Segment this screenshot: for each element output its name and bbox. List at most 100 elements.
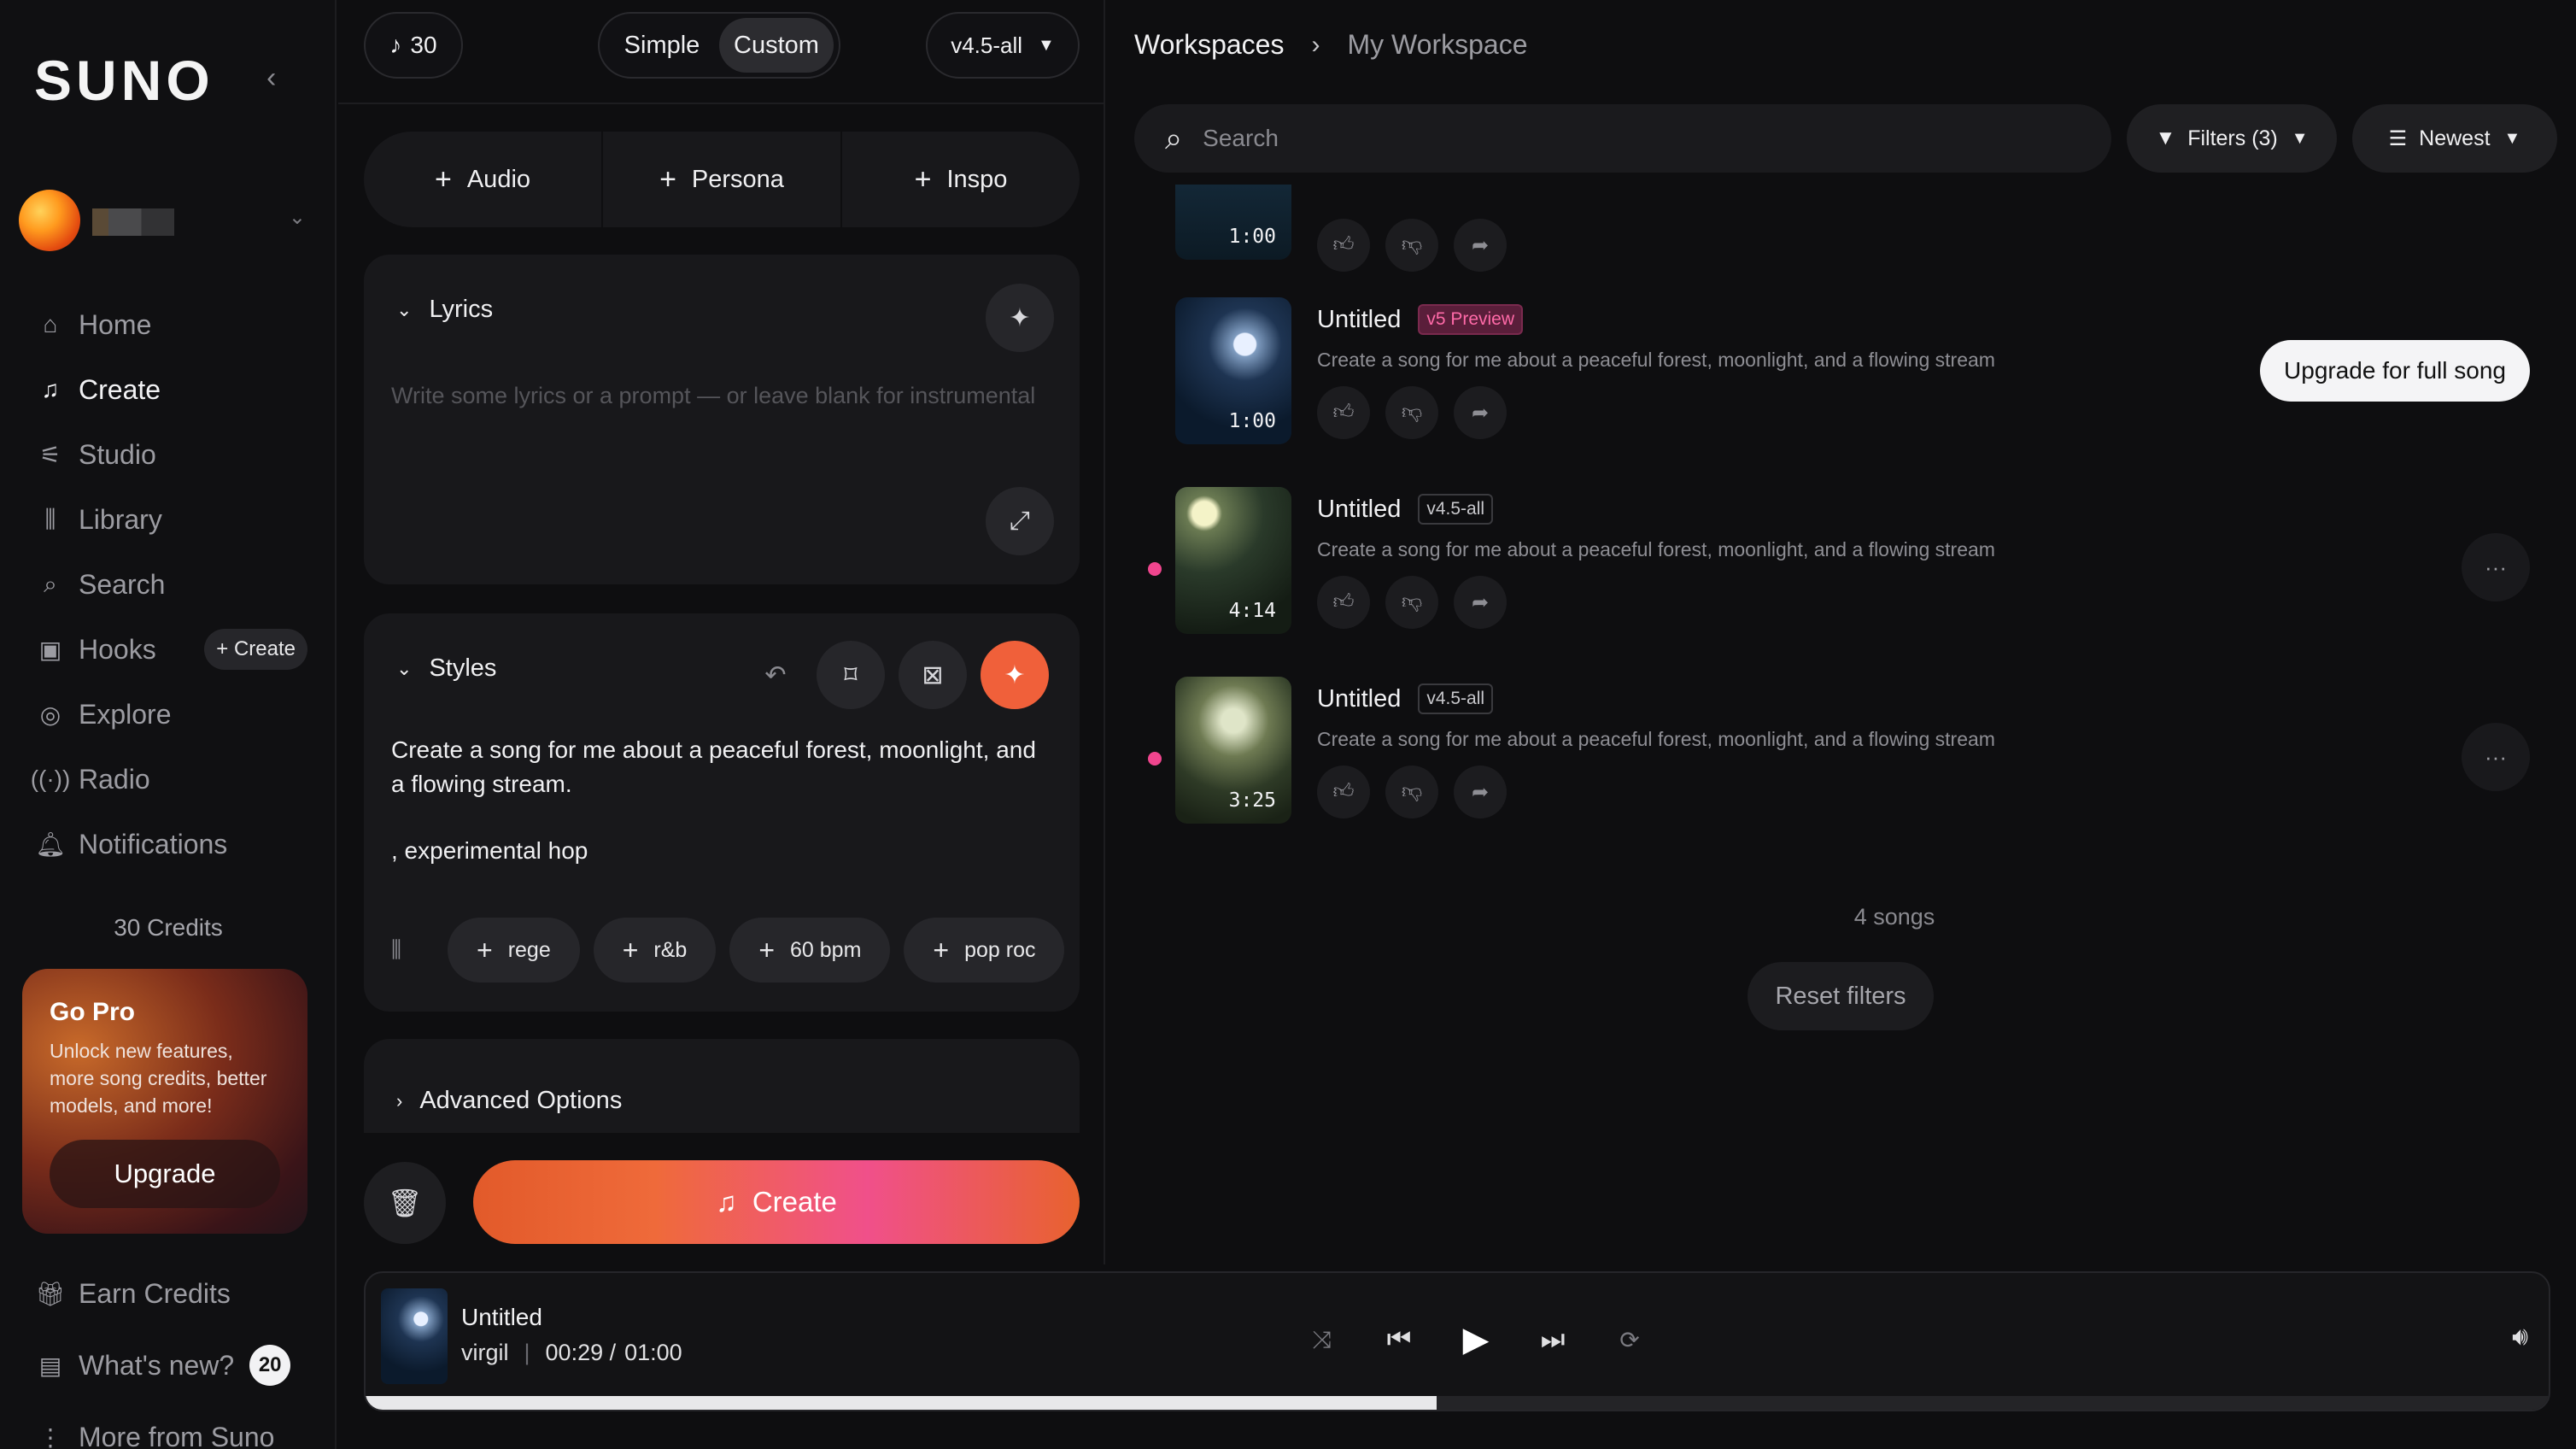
model-version-select[interactable]: v4.5-all ▼	[926, 12, 1080, 79]
nav-studio[interactable]: ⚟ Studio	[34, 422, 307, 487]
mode-simple[interactable]: Simple	[605, 18, 719, 73]
song-title[interactable]: Untitled v4.5-all	[1317, 683, 1494, 714]
add-inspo-button[interactable]: + Inspo	[842, 132, 1080, 227]
nav-create-label: Create	[79, 373, 161, 405]
nav-explore[interactable]: ◎ Explore	[34, 682, 307, 747]
nav-radio[interactable]: ((·)) Radio	[31, 747, 307, 812]
thumbs-down-icon[interactable]: 👎︎	[1385, 766, 1438, 818]
caret-down-icon: ▼	[1038, 35, 1055, 55]
more-options-icon[interactable]: ···	[2462, 723, 2530, 791]
nav-hooks[interactable]: ▣ Hooks + Create	[34, 617, 307, 682]
add-persona-button[interactable]: + Persona	[603, 132, 842, 227]
library-icon[interactable]: ⫼	[391, 936, 448, 964]
style-tag[interactable]: + pop roc	[904, 918, 1065, 983]
nav-earn-credits[interactable]: 🎁︎ Earn Credits	[34, 1258, 307, 1329]
nav-notifications[interactable]: 🔔︎ Notifications	[34, 812, 307, 877]
song-title[interactable]: Untitled v4.5-all	[1317, 494, 1494, 525]
player-artist[interactable]: virgil	[461, 1340, 509, 1366]
style-tag-label: rege	[507, 937, 551, 962]
style-tag[interactable]: + rege	[448, 918, 580, 983]
share-icon[interactable]: ➦	[1454, 219, 1507, 272]
plus-icon: +	[622, 934, 639, 965]
suno-logo[interactable]: SUNO	[34, 48, 214, 113]
mode-custom[interactable]: Custom	[719, 18, 834, 73]
workspace-panel: Workspaces › My Workspace ⌕ ▼ Filters (3…	[1107, 0, 2576, 1264]
styles-extra-text[interactable]: , experimental hop	[391, 837, 588, 865]
add-audio-button[interactable]: + Audio	[364, 132, 603, 227]
upgrade-for-full-song-button[interactable]: Upgrade for full song	[2260, 340, 2530, 402]
song-cover[interactable]: 1:00	[1175, 185, 1291, 260]
account-switcher[interactable]: ⌄	[19, 188, 309, 253]
nav-create[interactable]: ♫ Create	[34, 357, 307, 422]
styles-input[interactable]: Create a song for me about a peaceful fo…	[391, 733, 1049, 801]
search-icon: ⌕	[44, 570, 57, 597]
thumbs-down-icon[interactable]: 👎︎	[1385, 576, 1438, 629]
song-description: Create a song for me about a peaceful fo…	[1317, 349, 1995, 371]
styles-toggle[interactable]: ⌄ Styles	[396, 654, 496, 683]
nav-more-from-suno[interactable]: ⋮ More from Suno	[34, 1401, 307, 1449]
thumbs-up-icon[interactable]: 👍︎	[1317, 766, 1370, 818]
play-icon[interactable]: ▶	[1450, 1320, 1502, 1359]
song-row[interactable]: 1:00 Untitled v5 Preview Create a song f…	[1107, 296, 2576, 485]
chevron-down-icon[interactable]: ⌄	[289, 205, 306, 230]
nav-search[interactable]: ⌕ Search	[34, 552, 307, 617]
nav-library[interactable]: ⫼ Library	[34, 487, 307, 552]
player-cover[interactable]	[381, 1288, 448, 1384]
main-nav: ⌂ Home ♫ Create ⚟ Studio ⫼ Library ⌕ Sea…	[31, 292, 307, 877]
song-title[interactable]: Untitled v5 Preview	[1317, 304, 1524, 335]
player-title[interactable]: Untitled	[461, 1304, 542, 1331]
thumbs-down-icon[interactable]: 👎︎	[1385, 219, 1438, 272]
song-cover[interactable]: 1:00	[1175, 297, 1291, 444]
lyrics-input[interactable]: Write some lyrics or a prompt — or leave…	[391, 383, 1035, 409]
thumbs-up-icon[interactable]: 👍︎	[1317, 386, 1370, 439]
filters-button[interactable]: ▼ Filters (3) ▼	[2127, 104, 2337, 173]
playback-progress[interactable]	[366, 1396, 2549, 1410]
previous-icon[interactable]: ⏮︎	[1373, 1323, 1425, 1356]
shuffle-icon[interactable]: ⤨	[1297, 1326, 1348, 1354]
share-icon[interactable]: ➦	[1454, 766, 1507, 818]
thumbs-up-icon[interactable]: 👍︎	[1317, 219, 1370, 272]
song-cover[interactable]: 4:14	[1175, 487, 1291, 634]
create-button[interactable]: ♫ Create	[473, 1160, 1080, 1244]
song-cover[interactable]: 3:25	[1175, 677, 1291, 824]
lyrics-toggle[interactable]: ⌄ Lyrics	[396, 296, 493, 324]
credits-pill[interactable]: ♪ 30	[364, 12, 463, 79]
nav-earn-credits-label: Earn Credits	[79, 1277, 231, 1309]
style-tag[interactable]: +60 bpm	[729, 918, 891, 983]
nav-home[interactable]: ⌂ Home	[34, 292, 307, 357]
song-row[interactable]: 1:00 👍︎ 👎︎ ➦	[1107, 185, 2576, 302]
next-icon[interactable]: ⏭︎	[1527, 1323, 1578, 1356]
song-row[interactable]: 4:14 Untitled v4.5-all Create a song for…	[1107, 485, 2576, 675]
upgrade-button[interactable]: Upgrade	[50, 1140, 280, 1208]
sort-label: Newest	[2419, 126, 2491, 150]
thumbs-up-icon[interactable]: 👍︎	[1317, 576, 1370, 629]
repeat-icon[interactable]: ⟳	[1604, 1326, 1655, 1354]
collapse-sidebar-icon[interactable]: ‹	[266, 63, 290, 92]
sort-button[interactable]: ☰ Newest ▼	[2352, 104, 2557, 173]
trash-icon[interactable]: 🗑︎	[364, 1162, 446, 1244]
share-icon[interactable]: ➦	[1454, 386, 1507, 439]
volume-icon[interactable]: 🔊︎	[2512, 1323, 2528, 1352]
version-tag: v5 Preview	[1418, 304, 1524, 335]
nav-whats-new[interactable]: ▤ What's new? 20	[34, 1329, 307, 1401]
song-count-text: 4 songs	[1853, 904, 1935, 930]
avatar[interactable]	[19, 190, 80, 251]
song-row[interactable]: 3:25 Untitled v4.5-all Create a song for…	[1107, 675, 2576, 865]
expand-icon[interactable]: ⤢	[986, 487, 1054, 555]
style-tag[interactable]: + r&b	[593, 918, 717, 983]
magic-wand-icon[interactable]: ✦	[981, 641, 1049, 709]
bookmark-icon[interactable]: ⌑	[817, 641, 885, 709]
reset-filters-button[interactable]: Reset filters	[1748, 962, 1934, 1030]
magic-wand-icon[interactable]: ✦	[986, 284, 1054, 352]
search-input[interactable]	[1203, 125, 1972, 152]
undo-icon[interactable]: ↶	[741, 641, 810, 709]
breadcrumb-my-workspace[interactable]: My Workspace	[1347, 29, 1527, 61]
thumbs-down-icon[interactable]: 👎︎	[1385, 386, 1438, 439]
advanced-options-toggle[interactable]: › Advanced Options	[396, 1087, 622, 1115]
user-name-redacted	[92, 208, 174, 236]
hooks-create-button[interactable]: + Create	[204, 629, 307, 670]
breadcrumb-workspaces[interactable]: Workspaces	[1134, 29, 1284, 61]
share-icon[interactable]: ➦	[1454, 576, 1507, 629]
more-options-icon[interactable]: ···	[2462, 533, 2530, 601]
clear-styles-icon[interactable]: ⊠	[899, 641, 967, 709]
